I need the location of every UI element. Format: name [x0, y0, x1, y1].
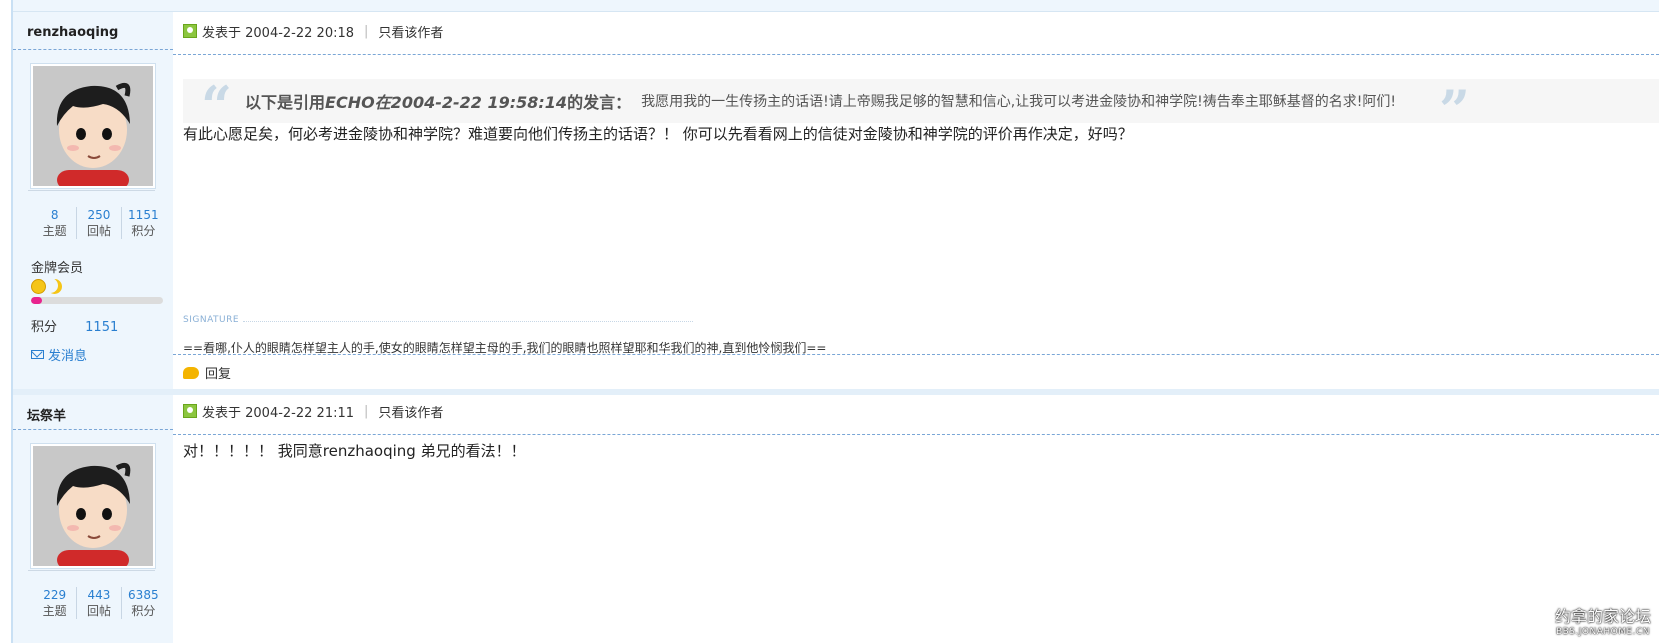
- avatar[interactable]: [31, 444, 155, 568]
- divider: [173, 354, 1659, 355]
- stat-threads[interactable]: 8 主题: [33, 207, 76, 239]
- user-rank: 金牌会员: [31, 261, 84, 276]
- quote-author: ECHO在2004-2-22 19:58:14: [325, 93, 568, 112]
- send-message-link[interactable]: 发消息: [31, 345, 87, 364]
- stat-label: 回帖: [86, 224, 111, 238]
- signature-divider: [243, 321, 693, 322]
- post-date: 发表于 2004-2-22 20:18: [202, 25, 355, 41]
- separator: |: [364, 23, 369, 39]
- quote-label-suffix: 的发言：: [567, 93, 632, 112]
- post-header: 发表于 2004-2-22 21:11 | 只看该作者: [183, 391, 1659, 431]
- stat-points[interactable]: 1151 积分: [120, 207, 165, 239]
- post-date: 发表于 2004-2-22 21:11: [202, 405, 355, 421]
- quote-content: 以下是引用ECHO在2004-2-22 19:58:14的发言： 我愿用我的一生…: [245, 79, 1396, 123]
- quote-text: 我愿用我的一生传扬主的话语!请上帝赐我足够的智慧和信心,让我可以考进金陵协和神学…: [641, 94, 1396, 110]
- mail-icon: [31, 350, 44, 359]
- smile-icon: [31, 279, 46, 294]
- stat-label: 主题: [42, 604, 67, 618]
- stat-label: 主题: [42, 224, 67, 238]
- post-header: 发表于 2004-2-22 20:18 | 只看该作者: [183, 11, 1659, 51]
- stat-replies[interactable]: 443 回帖: [76, 587, 120, 619]
- points-label: 积分: [31, 320, 58, 335]
- stat-label: 积分: [131, 224, 156, 238]
- stat-points[interactable]: 6385 积分: [120, 587, 165, 619]
- post: 发表于 2004-2-22 21:11 | 只看该作者 对！！！！！ 我同意re…: [173, 391, 1659, 643]
- quote-label-prefix: 以下是引用: [245, 93, 326, 112]
- avatar[interactable]: [31, 64, 155, 188]
- post-body: 有此心愿足矣，何必考进金陵协和神学院？难道要向他们传扬主的话语？！ 你可以先看看…: [183, 125, 1133, 143]
- divider: [13, 49, 173, 50]
- divider: [28, 570, 155, 571]
- send-message-label: 发消息: [48, 349, 88, 364]
- site-watermark: 约拿的家论坛 BBS.JONAHOME.CN: [1555, 603, 1651, 637]
- divider: [28, 190, 155, 191]
- stat-value: 6385: [128, 588, 159, 602]
- watermark-title: 约拿的家论坛: [1554, 607, 1651, 626]
- author-name[interactable]: renzhaoqing: [27, 25, 118, 40]
- moon-icon: [47, 279, 62, 294]
- reply-label: 回复: [205, 367, 232, 382]
- stat-value: 250: [87, 208, 111, 222]
- stat-label: 积分: [131, 604, 156, 618]
- author-stats: 8 主题 250 回帖 1151 积分: [33, 207, 165, 239]
- stat-label: 回帖: [86, 604, 111, 618]
- reply-button[interactable]: 回复: [183, 363, 231, 382]
- level-progress-fill: [31, 297, 42, 304]
- points-row: 积分 1151: [31, 316, 118, 335]
- signature-label: SIGNATURE: [183, 315, 240, 325]
- rank-icons: [31, 279, 62, 294]
- stat-value: 1151: [128, 208, 159, 222]
- quote-label: 以下是引用ECHO在2004-2-22 19:58:14的发言：: [245, 89, 631, 113]
- post-body: 对！！！！！ 我同意renzhaoqing 弟兄的看法！！: [183, 442, 526, 460]
- post: 发表于 2004-2-22 20:18 | 只看该作者 “ 以下是引用ECHO在…: [173, 11, 1659, 391]
- stat-threads[interactable]: 229 主题: [33, 587, 76, 619]
- divider: [13, 429, 173, 430]
- close-quote-icon: ”: [1439, 78, 1471, 142]
- level-progress-bar: [31, 297, 163, 304]
- only-author-link[interactable]: 只看该作者: [378, 402, 443, 421]
- post-user-icon: [183, 24, 197, 38]
- points-value: 1151: [85, 320, 119, 335]
- separator: |: [364, 403, 369, 419]
- author-stats: 229 主题 443 回帖 6385 积分: [33, 587, 165, 619]
- stat-value: 443: [87, 588, 111, 602]
- stat-replies[interactable]: 250 回帖: [76, 207, 120, 239]
- reply-bubble-icon: [183, 366, 199, 379]
- author-panel: 坛祭羊 229 主题 443 回帖 6385 积分: [13, 391, 173, 643]
- watermark-url: BBS.JONAHOME.CN: [1555, 627, 1651, 637]
- quote-block: “ 以下是引用ECHO在2004-2-22 19:58:14的发言： 我愿用我的…: [183, 79, 1659, 137]
- stat-value: 229: [43, 588, 67, 602]
- author-panel: renzhaoqing 8 主题 250 回帖 1151 积分 金牌会员 积分 …: [13, 11, 173, 391]
- divider: [173, 54, 1659, 55]
- divider: [173, 434, 1659, 435]
- stat-value: 8: [50, 208, 59, 222]
- post-user-icon: [183, 404, 197, 418]
- author-name[interactable]: 坛祭羊: [27, 405, 66, 424]
- only-author-link[interactable]: 只看该作者: [378, 22, 443, 41]
